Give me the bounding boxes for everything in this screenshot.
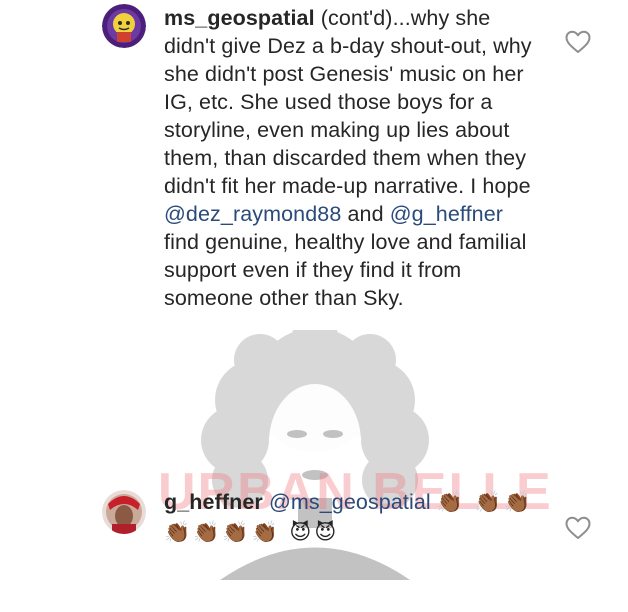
comment-username[interactable]: ms_geospatial [164, 6, 315, 30]
comment-text-part: and [347, 202, 384, 226]
comment-text: ms_geospatial (cont'd)...why she didn't … [164, 4, 544, 312]
avatar-image [102, 4, 146, 48]
mention-link[interactable]: @g_heffner [390, 202, 503, 226]
heart-outline-icon [565, 30, 591, 53]
avatar-image [102, 490, 146, 534]
mention-link[interactable]: @dez_raymond88 [164, 202, 341, 226]
comment-text-part: find genuine, healthy love and familial … [164, 230, 527, 310]
comment-username[interactable]: g_heffner [164, 490, 263, 514]
avatar[interactable] [102, 490, 146, 534]
mention-link[interactable]: @ms_geospatial [269, 490, 431, 514]
heart-outline-icon [565, 516, 591, 539]
comment-text-part: (cont'd)...why she didn't give Dez a b-d… [164, 6, 532, 198]
like-button[interactable] [565, 30, 591, 54]
comment-text: g_heffner @ms_geospatial 👏🏾 👏🏾👏🏾👏🏾👏🏾👏🏾👏🏾… [164, 488, 544, 548]
like-button[interactable] [565, 516, 591, 540]
avatar[interactable] [102, 4, 146, 48]
